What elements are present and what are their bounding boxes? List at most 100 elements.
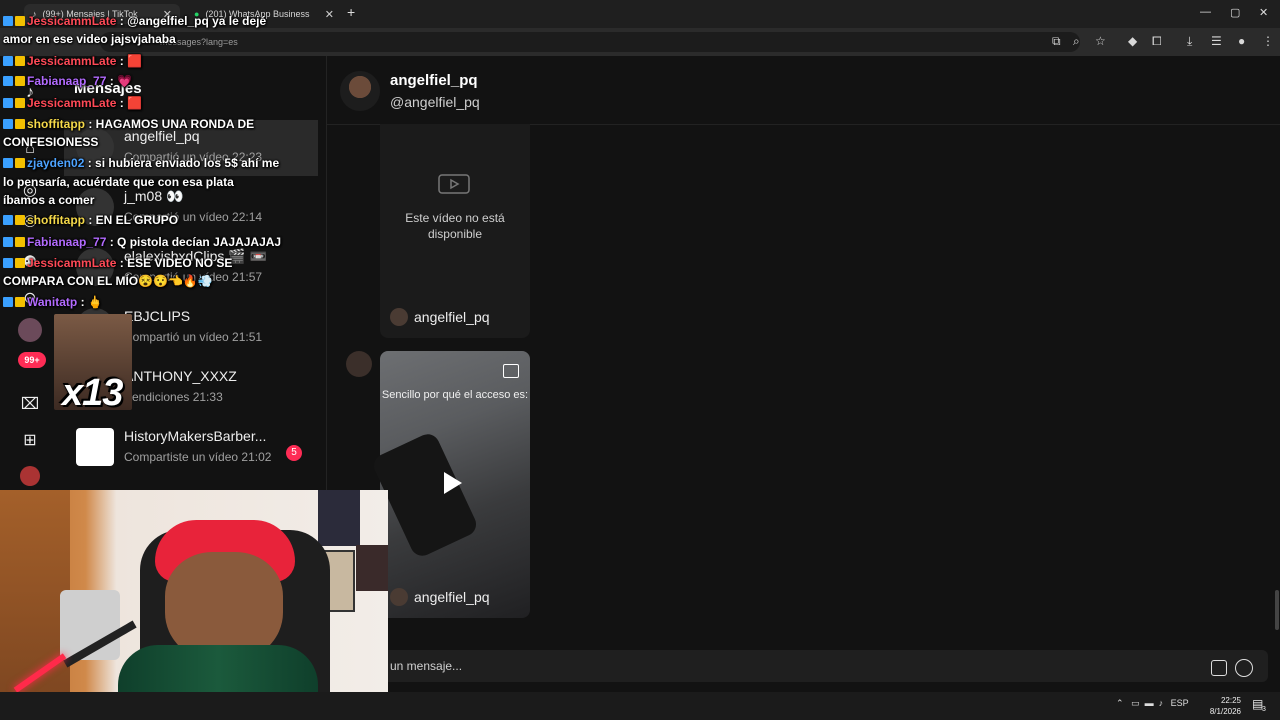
stream-chat-line: Fabianaap_77 : 💗 xyxy=(3,74,132,88)
badge-icon xyxy=(15,258,25,268)
chat-username: JessicammLate xyxy=(27,54,117,68)
zoom-icon[interactable]: ⌕ xyxy=(1073,34,1080,49)
close-tab-icon[interactable]: ✕ xyxy=(325,8,334,21)
stream-chat-line: JessicammLate : ESE VIDEO NO SE xyxy=(3,256,232,270)
message-input[interactable] xyxy=(380,650,1268,682)
stream-chat-line: CONFESIONESS xyxy=(3,135,98,149)
play-icon[interactable] xyxy=(444,472,462,494)
puzzle-icon[interactable]: ⧠ xyxy=(1152,34,1162,49)
badge-icon xyxy=(15,237,25,247)
volume-icon[interactable]: ♪ xyxy=(1159,698,1164,708)
language-indicator[interactable]: ESP xyxy=(1171,698,1189,708)
avatar xyxy=(76,428,114,466)
badge-icon xyxy=(3,297,13,307)
chat-username: zjayden02 xyxy=(27,156,85,170)
avatar xyxy=(346,351,372,377)
menu-kebab-icon[interactable]: ⋮ xyxy=(1262,34,1274,48)
gif-icon[interactable] xyxy=(1211,660,1227,676)
scrollbar[interactable] xyxy=(1275,590,1279,630)
new-tab-button[interactable]: + xyxy=(347,4,355,20)
badge-icon xyxy=(15,98,25,108)
card-author[interactable]: angelfiel_pq xyxy=(390,588,490,606)
badge-icon xyxy=(3,56,13,66)
badge-icon xyxy=(15,119,25,129)
stream-chat-line: íbamos a comer xyxy=(3,193,94,207)
windows-taskbar xyxy=(0,692,1280,720)
maximize-button[interactable]: ▢ xyxy=(1230,6,1240,19)
chat-username: JessicammLate xyxy=(27,96,117,110)
avatar xyxy=(390,588,408,606)
badge-icon xyxy=(15,16,25,26)
chat-username: Fabianaap_77 xyxy=(27,235,107,249)
chat-message: : Q pistola decían JAJAJAJAJ xyxy=(109,235,282,249)
extension-icon[interactable]: ◆ xyxy=(1128,34,1137,48)
bookmark-star-icon[interactable]: ☆ xyxy=(1095,34,1106,48)
chat-message: COMPARA CON EL MÍO😵😯👈🔥💨 xyxy=(3,274,213,288)
avatar[interactable] xyxy=(18,318,42,342)
chat-header xyxy=(327,56,1280,125)
cast-icon[interactable]: ⧉ xyxy=(1052,34,1061,49)
chat-message: : 🟥 xyxy=(119,96,143,110)
card-author-name: angelfiel_pq xyxy=(414,589,490,605)
conversation-preview: Compartiste un vídeo 21:02 xyxy=(124,450,272,464)
chat-message: : 💗 xyxy=(109,74,132,88)
chat-header-handle: @angelfiel_pq xyxy=(390,94,480,110)
conversation-name: HistoryMakersBarber... xyxy=(124,428,267,444)
chevron-up-icon[interactable]: ⌃ xyxy=(1116,698,1124,708)
clock-date: 8/1/2026 xyxy=(1209,707,1241,716)
minimize-button[interactable]: — xyxy=(1200,6,1211,18)
avatar[interactable] xyxy=(20,466,40,486)
chat-username: JessicammLate xyxy=(27,256,117,270)
badge-icon xyxy=(15,76,25,86)
avatar[interactable] xyxy=(340,71,380,111)
stream-chat-line: lo pensaría, acuérdate que con esa plata xyxy=(3,175,234,189)
notification-count: 3 xyxy=(1262,706,1266,713)
stream-chat-line: shoffitapp : HAGAMOS UNA RONDA DE xyxy=(3,117,254,131)
battery-icon[interactable]: ▬ xyxy=(1145,698,1154,708)
badge-icon xyxy=(3,158,13,168)
chat-message: amor en ese video jajsvjahaba xyxy=(3,32,176,46)
system-tray[interactable]: ⌃ ▭ ▬ ♪ ESP xyxy=(1116,698,1189,709)
chat-message: : HAGAMOS UNA RONDA DE xyxy=(88,117,255,131)
chat-message: : si hubiera enviado los 5$ ahí me xyxy=(87,156,280,170)
stream-chat-line: zjayden02 : si hubiera enviado los 5$ ah… xyxy=(3,156,279,170)
stream-chat-line: COMPARA CON EL MÍO😵😯👈🔥💨 xyxy=(3,274,213,288)
network-icon[interactable]: ▭ xyxy=(1131,698,1140,708)
badge-icon xyxy=(3,16,13,26)
chat-message: : @angelfiel_pq ya le dejé xyxy=(119,14,267,28)
reading-list-icon[interactable]: ☰ xyxy=(1211,34,1222,48)
video-caption: Sencillo por qué el acceso es: xyxy=(381,389,529,401)
chat-username: shoffitapp xyxy=(27,213,85,227)
messages-icon[interactable]: ⌧ xyxy=(20,394,40,414)
chat-username: Wanitatp xyxy=(27,295,78,309)
badge-icon xyxy=(15,56,25,66)
clock-time: 22:25 xyxy=(1220,696,1241,705)
chat-username: shoffitapp xyxy=(27,117,85,131)
message-input-placeholder: un mensaje... xyxy=(390,659,463,673)
profile-icon[interactable]: ● xyxy=(1238,34,1245,48)
clock[interactable]: 22:25 8/1/2026 xyxy=(1205,695,1241,717)
badge-icon xyxy=(3,215,13,225)
badge-icon xyxy=(3,119,13,129)
conversation-item[interactable]: HistoryMakersBarber... Compartiste un ví… xyxy=(64,420,318,476)
card-author[interactable]: angelfiel_pq xyxy=(390,308,490,326)
chat-header-name[interactable]: angelfiel_pq xyxy=(390,72,478,89)
image-icon xyxy=(503,364,519,378)
chat-message: íbamos a comer xyxy=(3,193,95,207)
stream-chat-line: shoffitapp : EN EL GRUPO xyxy=(3,213,178,227)
download-icon[interactable]: ⤓ xyxy=(1187,34,1192,49)
emoji-icon[interactable] xyxy=(1235,659,1253,677)
badge-icon xyxy=(3,258,13,268)
conversation-preview: Bendiciones 21:33 xyxy=(124,390,223,404)
avatar xyxy=(390,308,408,326)
card-author-name: angelfiel_pq xyxy=(414,309,490,325)
address-bar[interactable]: messages?lang=es xyxy=(100,32,1080,52)
close-window-button[interactable]: ✕ xyxy=(1259,6,1268,19)
unread-count-badge: 5 xyxy=(286,445,302,461)
stream-chat-line: amor en ese video jajsvjahaba xyxy=(3,32,176,46)
badge-icon xyxy=(3,98,13,108)
upload-icon[interactable]: ⊞ xyxy=(20,430,40,450)
stream-chat-line: JessicammLate : @angelfiel_pq ya le dejé xyxy=(3,14,266,28)
chat-message: : 🖕 xyxy=(80,295,103,309)
chat-message: : EN EL GRUPO xyxy=(88,213,179,227)
